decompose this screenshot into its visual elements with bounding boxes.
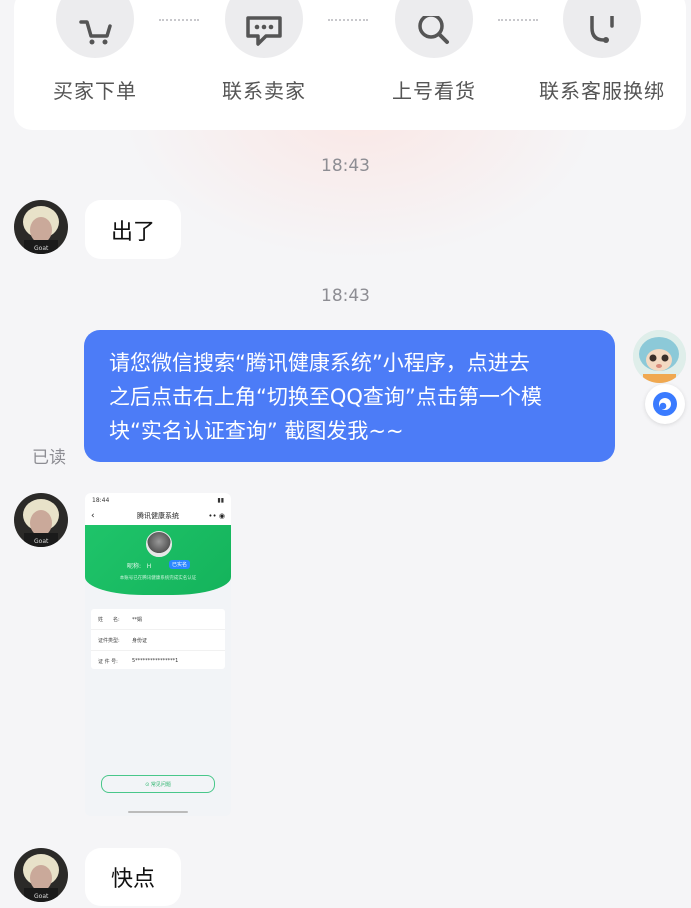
cart-icon [56, 0, 134, 58]
shot-status-bar: 18:44 ▮▮ [85, 493, 231, 507]
message-text: 出了 [111, 219, 156, 245]
user-avatar[interactable] [633, 330, 686, 383]
timestamp: 18:43 [321, 286, 370, 306]
svg-text:Goat: Goat [34, 245, 49, 252]
step-label: 联系客服换绑 [539, 79, 665, 103]
seller-avatar[interactable]: Goat [14, 848, 68, 902]
shot-verified-badge: 已实名 [169, 560, 191, 569]
shot-id-card: 姓 名: **娟 证件类型: 身份证 证 件 号: 5****************… [91, 609, 225, 669]
read-receipt: 已读 [32, 448, 66, 468]
message-text: 快点 [111, 867, 156, 892]
shot-row: 姓 名: **娟 [91, 609, 225, 630]
step-label: 买家下单 [53, 79, 137, 103]
shot-avatar [146, 531, 172, 557]
step-label: 上号看货 [392, 79, 476, 103]
shot-faq-button: ⊙ 常见问题 [101, 775, 215, 793]
timestamp: 18:43 [321, 156, 370, 176]
shot-home-indicator [128, 811, 188, 813]
more-icon: •• ◉ [208, 512, 225, 520]
shot-subtitle: 本账号已在腾讯健康系统完成实名认证 [119, 576, 197, 581]
shot-row: 证件类型: 身份证 [91, 630, 225, 651]
step-connector [328, 19, 368, 21]
message-line: 之后点击右上角“切换至QQ查询”点击第一个模 [109, 385, 542, 409]
seller-avatar[interactable]: Goat [14, 200, 68, 254]
shot-battery-icon: ▮▮ [217, 496, 224, 504]
step-connector [159, 19, 199, 21]
headset-icon [563, 0, 641, 58]
trade-steps-card: 买家下单 联系卖家 上号看货 联系客服换绑 [14, 0, 686, 130]
message-bubble[interactable]: 出了 [85, 200, 182, 259]
back-icon: ‹ [91, 511, 95, 521]
step-label: 联系卖家 [222, 79, 306, 103]
svg-text:Goat: Goat [34, 538, 49, 545]
message-bubble[interactable]: 快点 [85, 848, 182, 906]
message-line: 请您微信搜索“腾讯健康系统”小程序，点进去 [109, 351, 530, 375]
shot-nav-bar: ‹ 腾讯健康系统 •• ◉ [85, 507, 231, 525]
shot-nickname: 昵称: H [127, 563, 152, 570]
message-line: 块“实名认证查询” 截图发我~~ [109, 419, 404, 443]
shot-status-time: 18:44 [92, 496, 110, 504]
shot-profile-header: 昵称: H 已实名 本账号已在腾讯健康系统完成实名认证 [85, 525, 231, 595]
outgoing-message-bubble[interactable]: 请您微信搜索“腾讯健康系统”小程序，点进去 之后点击右上角“切换至QQ查询”点击… [84, 330, 615, 462]
online-status-icon [645, 384, 685, 424]
svg-text:Goat: Goat [34, 893, 49, 900]
search-icon [395, 0, 473, 58]
screenshot-image-message[interactable]: 18:44 ▮▮ ‹ 腾讯健康系统 •• ◉ 昵称: H 已实名 本账号已在腾讯… [85, 493, 231, 816]
step-connector [498, 19, 538, 21]
seller-avatar[interactable]: Goat [14, 493, 68, 547]
chat-icon [225, 0, 303, 58]
shot-nav-title: 腾讯健康系统 [137, 512, 179, 520]
shot-row: 证 件 号: 5****************1 [98, 658, 179, 665]
